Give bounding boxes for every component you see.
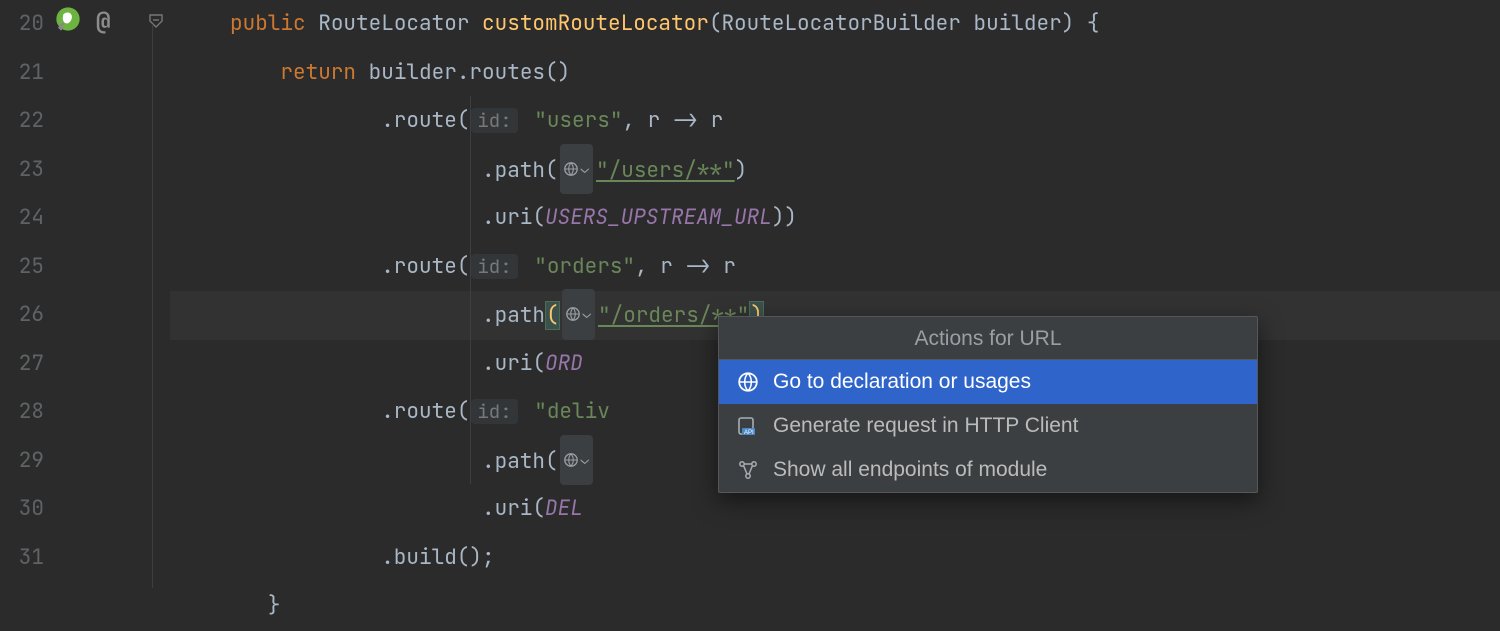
gutter-icons: @ — [52, 0, 142, 600]
constant: USERS_UPSTREAM_URL — [545, 204, 772, 231]
expression: builder.routes() — [369, 59, 571, 86]
url-inlay-icon[interactable]: ⌄ — [560, 435, 593, 486]
code-area[interactable]: public RouteLocator customRouteLocator ( R… — [170, 0, 1500, 600]
method-call: .uri( — [482, 495, 545, 522]
code-line[interactable]: return builder.routes() — [170, 49, 1500, 98]
chevron-down-icon: ⌄ — [581, 145, 589, 194]
code-text: )) — [772, 204, 797, 231]
method-call: .path — [482, 302, 545, 329]
string-literal: "users" — [534, 107, 622, 134]
popup-item-goto-declaration[interactable]: Go to declaration or usages — [719, 360, 1257, 404]
line-number: 28 — [0, 388, 44, 437]
fold-gutter — [142, 0, 170, 600]
annotation-icon[interactable]: @ — [96, 6, 110, 37]
string-literal: "deliv — [534, 398, 610, 425]
method-call: .route( — [381, 398, 469, 425]
keyword: return — [280, 59, 356, 86]
line-number: 26 — [0, 291, 44, 340]
chevron-down-icon: ⌄ — [583, 290, 591, 339]
code-line[interactable]: .path( ⌄ "/users/**") — [170, 146, 1500, 195]
method-call: .path( — [482, 157, 558, 184]
method-call: .route( — [381, 253, 469, 280]
url-inlay-icon[interactable]: ⌄ — [560, 144, 593, 195]
inline-hint: id: — [471, 254, 517, 279]
method-call: .path( — [482, 448, 558, 475]
paren-match-open: ( — [545, 301, 560, 330]
popup-item-show-endpoints[interactable]: Show all endpoints of module — [719, 448, 1257, 492]
constant: DEL — [545, 495, 583, 522]
line-number-gutter: 20 21 22 23 24 25 26 27 28 29 30 31 — [0, 0, 52, 600]
brace: { — [1087, 10, 1100, 37]
spring-bean-icon[interactable] — [54, 5, 82, 40]
method-call: .build(); — [381, 544, 494, 571]
url-inlay-icon[interactable]: ⌄ — [562, 289, 595, 340]
code-line[interactable]: .route(id: "orders", r -> r — [170, 243, 1500, 292]
string-literal: "orders" — [534, 253, 635, 280]
popup-item-label: Generate request in HTTP Client — [773, 414, 1078, 438]
line-number — [0, 582, 44, 631]
line-number: 22 — [0, 97, 44, 146]
line-number: 27 — [0, 340, 44, 389]
fold-handle-icon[interactable] — [148, 9, 164, 25]
method-name: customRouteLocator — [482, 10, 709, 37]
line-number: 21 — [0, 49, 44, 98]
fold-guide — [152, 24, 153, 588]
globe-icon — [737, 371, 759, 393]
code-line[interactable]: public RouteLocator customRouteLocator(R… — [170, 0, 1500, 49]
endpoints-icon — [737, 459, 759, 481]
code-line[interactable]: .build(); — [170, 534, 1500, 583]
inline-hint: id: — [471, 108, 517, 133]
code-line[interactable]: } — [170, 582, 1500, 631]
line-number: 31 — [0, 534, 44, 583]
method-call: .uri( — [482, 350, 545, 377]
line-number: 30 — [0, 485, 44, 534]
line-number: 23 — [0, 146, 44, 195]
url-string[interactable]: "/users/**" — [596, 157, 735, 184]
param-name: builder — [973, 10, 1061, 37]
code-text: , r -> r — [635, 253, 736, 280]
method-call: .uri( — [482, 204, 545, 231]
popup-item-generate-http-request[interactable]: API Generate request in HTTP Client — [719, 404, 1257, 448]
popup-item-label: Show all endpoints of module — [773, 458, 1047, 482]
line-number: 24 — [0, 194, 44, 243]
indent-guide — [470, 96, 471, 484]
code-line[interactable]: .route(id: "users", r -> r — [170, 97, 1500, 146]
param-type: RouteLocatorBuilder — [721, 10, 960, 37]
keyword: public — [230, 10, 306, 37]
type: RouteLocator — [318, 10, 469, 37]
constant: ORD — [545, 350, 583, 377]
popup-title: Actions for URL — [719, 317, 1257, 360]
chevron-down-icon: ⌄ — [581, 436, 589, 485]
inline-hint: id: — [471, 399, 517, 424]
code-text: , r -> r — [622, 107, 723, 134]
code-editor[interactable]: 20 21 22 23 24 25 26 27 28 29 30 31 @ — [0, 0, 1500, 600]
line-number: 20 — [0, 0, 44, 49]
method-call: .route( — [381, 107, 469, 134]
code-text: ) — [735, 157, 748, 184]
url-actions-popup: Actions for URL Go to declaration or usa… — [718, 316, 1258, 493]
line-number: 25 — [0, 243, 44, 292]
api-icon: API — [737, 415, 759, 437]
code-line[interactable]: .uri(USERS_UPSTREAM_URL)) — [170, 194, 1500, 243]
popup-item-label: Go to declaration or usages — [773, 370, 1031, 394]
brace: } — [268, 592, 281, 619]
svg-text:API: API — [744, 430, 754, 436]
line-number: 29 — [0, 437, 44, 486]
